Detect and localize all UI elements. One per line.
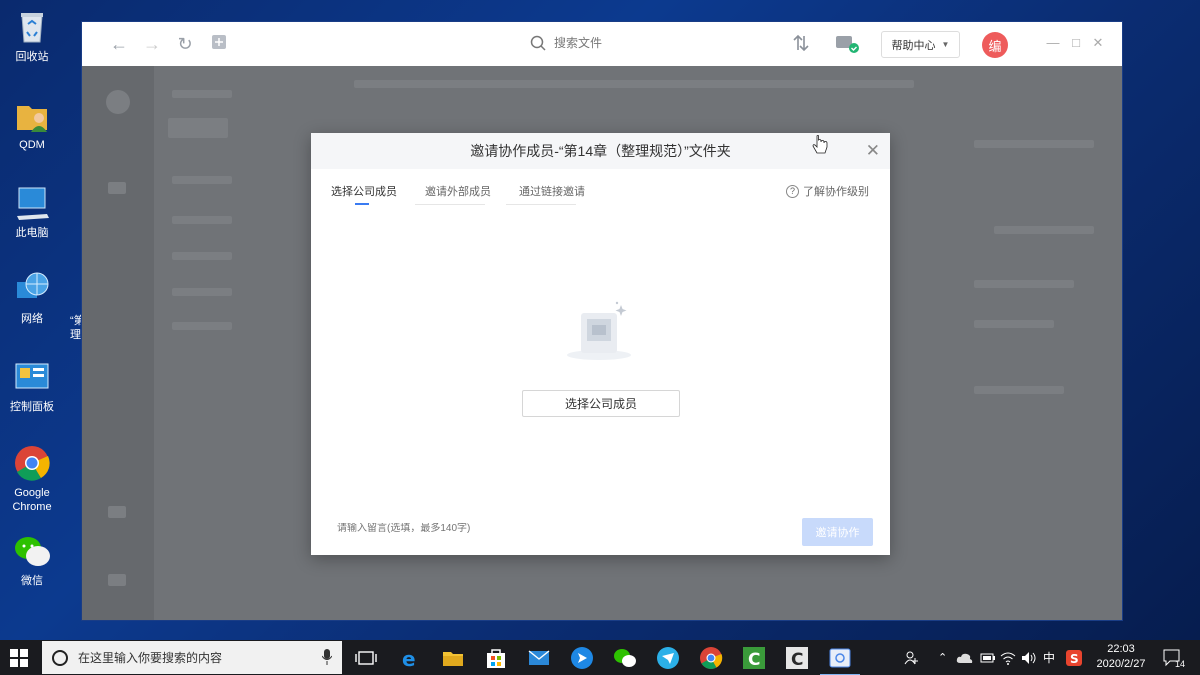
- sync-status-icon[interactable]: [834, 34, 860, 54]
- folder-user-icon: [13, 96, 51, 134]
- desktop-icon-recycle-bin[interactable]: 回收站: [4, 8, 60, 64]
- desktop-icon-control-panel[interactable]: 控制面板: [4, 358, 60, 414]
- cloud-drive-app-icon[interactable]: [820, 646, 860, 675]
- task-view-icon[interactable]: [354, 646, 378, 670]
- taskbar-clock[interactable]: 22:03 2020/2/27: [1093, 642, 1149, 672]
- camtasia-icon[interactable]: C: [742, 646, 766, 670]
- tab-underline-ghost: [506, 204, 576, 205]
- microphone-icon[interactable]: [321, 649, 333, 668]
- collaboration-level-help-link[interactable]: ? 了解协作级别: [786, 183, 869, 199]
- desktop-icon-google-chrome[interactable]: Google Chrome: [4, 444, 60, 514]
- desktop-partial-label: 理: [70, 329, 81, 341]
- network-globe-icon: [13, 270, 51, 308]
- file-explorer-icon[interactable]: [441, 646, 465, 670]
- notification-count: 14: [1174, 659, 1185, 669]
- desktop-icon-qdm[interactable]: QDM: [4, 96, 60, 152]
- camtasia-recorder-icon[interactable]: C: [785, 646, 809, 670]
- question-circle-icon: ?: [786, 184, 799, 198]
- message-input[interactable]: [337, 523, 597, 534]
- desktop-icon-label: 回收站: [15, 51, 49, 63]
- svg-text:C: C: [791, 650, 803, 670]
- dingtalk-icon[interactable]: [656, 646, 680, 670]
- user-avatar[interactable]: 编: [982, 32, 1008, 58]
- computer-icon: [13, 184, 51, 222]
- taskbar-search-box[interactable]: 在这里输入你要搜索的内容: [42, 641, 342, 674]
- desktop-icon-label: 此电脑: [15, 227, 49, 239]
- invite-collaborate-button[interactable]: 邀请协作: [802, 518, 873, 546]
- ime-indicator[interactable]: 中: [1043, 640, 1055, 675]
- desktop-icon-label: 控制面板: [10, 401, 54, 413]
- sidebar-dimmed: [82, 66, 154, 620]
- desktop-icon-label: QDM: [19, 139, 45, 151]
- svg-text:e: e: [402, 647, 416, 670]
- tab-underline-ghost: [415, 204, 485, 205]
- svg-text:S: S: [1070, 652, 1079, 666]
- forward-arrow-icon[interactable]: →: [142, 34, 162, 54]
- volume-icon[interactable]: [1021, 640, 1037, 675]
- app-toolbar: ← → ↻ 搜索文件 帮助中心 ▼ 编 — □ ✕: [82, 22, 1122, 66]
- desktop-icon-network[interactable]: 网络: [4, 270, 60, 326]
- desktop-icon-label: 微信: [21, 575, 43, 587]
- sogou-input-icon[interactable]: S: [1066, 640, 1082, 675]
- taskbar: 在这里输入你要搜索的内容 e C C ⌃ 中 S 22:03 2020/2/27…: [0, 640, 1200, 675]
- wifi-icon[interactable]: [1000, 640, 1016, 675]
- new-item-icon[interactable]: [209, 34, 229, 54]
- minimize-icon[interactable]: —: [1046, 35, 1060, 51]
- people-icon[interactable]: [904, 640, 920, 675]
- dialog-tabs: 选择公司成员 邀请外部成员 通过链接邀请 ? 了解协作级别: [311, 169, 890, 215]
- notification-center-icon[interactable]: 14: [1163, 649, 1185, 669]
- battery-icon[interactable]: [980, 640, 996, 675]
- mail-icon[interactable]: [527, 646, 551, 670]
- search-box[interactable]: 搜索文件: [530, 34, 602, 51]
- taskbar-search-placeholder: 在这里输入你要搜索的内容: [78, 651, 223, 665]
- svg-text:C: C: [748, 650, 760, 670]
- transfer-icon[interactable]: [791, 34, 811, 54]
- wechat-icon: [13, 532, 51, 570]
- tab-invite-external-members[interactable]: 邀请外部成员: [425, 169, 491, 215]
- caret-down-icon: ▼: [941, 40, 950, 49]
- refresh-icon[interactable]: ↻: [175, 34, 195, 54]
- edge-browser-icon[interactable]: e: [398, 646, 422, 671]
- tab-invite-via-link[interactable]: 通过链接邀请: [519, 169, 585, 215]
- desktop-icon-wechat[interactable]: 微信: [4, 532, 60, 588]
- close-icon[interactable]: ✕: [1091, 35, 1105, 51]
- search-placeholder: 搜索文件: [554, 36, 603, 50]
- search-icon: [530, 35, 546, 51]
- clock-time: 22:03: [1107, 643, 1135, 655]
- desktop-icon-label: 网络: [21, 313, 43, 325]
- empty-state-illustration: [565, 301, 635, 363]
- tab-select-company-members[interactable]: 选择公司成员: [331, 169, 397, 215]
- chrome-taskbar-icon[interactable]: [699, 646, 723, 670]
- help-link-label: 了解协作级别: [803, 186, 869, 198]
- cloud-sync-icon[interactable]: [956, 640, 974, 675]
- help-center-dropdown[interactable]: 帮助中心 ▼: [881, 31, 960, 58]
- hand-cursor-icon: [812, 134, 828, 157]
- close-icon[interactable]: ✕: [866, 142, 880, 160]
- feishu-app-icon[interactable]: [570, 646, 594, 670]
- desktop-icon-this-pc[interactable]: 此电脑: [4, 184, 60, 240]
- store-icon[interactable]: [484, 646, 508, 670]
- clock-date: 2020/2/27: [1096, 658, 1146, 670]
- invite-collaborators-dialog: 邀请协作成员-“第14章（整理规范）”文件夹 ✕ 选择公司成员 邀请外部成员 通…: [311, 133, 890, 555]
- chevron-up-icon[interactable]: ⌃: [938, 640, 947, 675]
- help-center-label: 帮助中心: [891, 39, 936, 52]
- maximize-icon[interactable]: □: [1069, 35, 1083, 51]
- cortana-icon: [52, 649, 68, 666]
- back-arrow-icon[interactable]: ←: [109, 34, 129, 54]
- wechat-taskbar-icon[interactable]: [613, 646, 637, 670]
- select-company-members-button[interactable]: 选择公司成员: [522, 390, 680, 417]
- dialog-title: 邀请协作成员-“第14章（整理规范）”文件夹: [470, 143, 731, 159]
- chrome-icon: [13, 444, 51, 482]
- recycle-bin-icon: [13, 8, 51, 46]
- windows-start-icon[interactable]: [10, 649, 28, 667]
- dialog-header: 邀请协作成员-“第14章（整理规范）”文件夹 ✕: [311, 133, 890, 169]
- control-panel-icon: [13, 358, 51, 396]
- desktop-icon-label: Google Chrome: [12, 487, 52, 513]
